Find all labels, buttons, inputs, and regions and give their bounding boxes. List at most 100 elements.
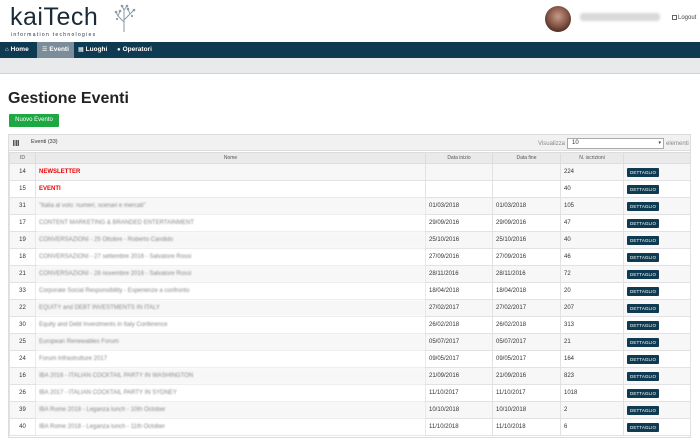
cell-id: 18 — [9, 248, 36, 266]
col-header-actions — [623, 152, 691, 164]
list-icon: ☰ — [42, 47, 48, 53]
cell-data-fine: 18/04/2018 — [492, 282, 561, 300]
logo-tagline: information technologies — [11, 32, 97, 38]
dettaglio-button[interactable]: DETTAGLIO — [627, 201, 660, 211]
cell-iscrizioni: 164 — [560, 350, 624, 368]
table-row: 22 EQUITY and DEBT INVESTMENTS IN ITALY 27… — [9, 299, 691, 317]
home-icon: ⌂ — [5, 47, 9, 53]
dettaglio-button[interactable]: DETTAGLIO — [627, 422, 660, 432]
new-event-button[interactable]: Nuovo Evento — [9, 114, 59, 127]
main-navbar: ⌂ Home ☰ Eventi ▦ Luoghi ● Operatori — [0, 42, 700, 58]
page-title: Gestione Eventi — [8, 90, 129, 107]
dettaglio-button[interactable]: DETTAGLIO — [627, 269, 660, 279]
table-row: 31 "Italia al volo: numeri, scenari e mer… — [9, 197, 691, 215]
cell-data-inizio: 27/09/2016 — [425, 248, 493, 266]
nav-eventi-label: Eventi — [49, 46, 69, 53]
dettaglio-button[interactable]: DETTAGLIO — [627, 286, 660, 296]
cell-data-inizio: 09/05/2017 — [425, 350, 493, 368]
cell-actions: DETTAGLIO — [623, 180, 691, 198]
dettaglio-button[interactable]: DETTAGLIO — [627, 167, 660, 177]
table-row: 39 IBA Rome 2018 - Leganza lunch - 10th O… — [9, 401, 691, 419]
dettaglio-button[interactable]: DETTAGLIO — [627, 184, 660, 194]
cell-data-fine: 27/09/2016 — [492, 248, 561, 266]
cell-iscrizioni: 72 — [560, 265, 624, 283]
cell-id: 26 — [9, 384, 36, 402]
cell-actions: DETTAGLIO — [623, 197, 691, 215]
table-row: 30 Equity and Debt Investments in Italy C… — [9, 316, 691, 334]
cell-iscrizioni: 40 — [560, 180, 624, 198]
cell-name: European Renewables Forum — [35, 333, 426, 351]
nav-item-home[interactable]: ⌂ Home — [0, 42, 34, 58]
cell-actions: DETTAGLIO — [623, 401, 691, 419]
cell-data-fine: 11/10/2018 — [492, 418, 561, 436]
cell-id: 22 — [9, 299, 36, 317]
cell-iscrizioni: 40 — [560, 231, 624, 249]
dettaglio-button[interactable]: DETTAGLIO — [627, 337, 660, 347]
cell-data-fine: 25/10/2016 — [492, 231, 561, 249]
cell-data-inizio: 29/09/2016 — [425, 214, 493, 232]
table-row: 14 NEWSLETTER 224 DETTAGLIO — [9, 163, 691, 181]
dettaglio-button[interactable]: DETTAGLIO — [627, 235, 660, 245]
cell-data-inizio: 25/10/2016 — [425, 231, 493, 249]
dettaglio-button[interactable]: DETTAGLIO — [627, 405, 660, 415]
cell-data-inizio: 26/02/2018 — [425, 316, 493, 334]
nav-item-luoghi[interactable]: ▦ Luoghi — [73, 42, 112, 58]
dettaglio-button[interactable]: DETTAGLIO — [627, 354, 660, 364]
cell-id: 24 — [9, 350, 36, 368]
dettaglio-button[interactable]: DETTAGLIO — [627, 388, 660, 398]
table-row: 19 CONVERSAZIONI - 25 Ottobre - Roberto C… — [9, 231, 691, 249]
chevron-down-icon: ▾ — [658, 140, 661, 146]
dettaglio-button[interactable]: DETTAGLIO — [627, 252, 660, 262]
cell-data-inizio: 21/09/2016 — [425, 367, 493, 385]
cell-data-fine: 09/05/2017 — [492, 350, 561, 368]
table-row: 25 European Renewables Forum 05/07/2017 05/… — [9, 333, 691, 351]
cell-actions: DETTAGLIO — [623, 333, 691, 351]
dettaglio-button[interactable]: DETTAGLIO — [627, 320, 660, 330]
cell-iscrizioni: 313 — [560, 316, 624, 334]
cell-actions: DETTAGLIO — [623, 248, 691, 266]
table-row: 15 EVENTI 40 DETTAGLIO — [9, 180, 691, 198]
cell-id: 17 — [9, 214, 36, 232]
dettaglio-button[interactable]: DETTAGLIO — [627, 371, 660, 381]
cell-data-inizio: 28/11/2016 — [425, 265, 493, 283]
cell-iscrizioni: 46 — [560, 248, 624, 266]
col-header-nome[interactable]: Nome — [35, 152, 426, 164]
logo-wordmark: kaiTech — [10, 3, 99, 31]
panel-title: Eventi (33) — [31, 139, 58, 145]
cell-name: IBA Rome 2018 - Leganza lunch - 10th Oct… — [35, 401, 426, 419]
cell-data-inizio — [425, 180, 493, 198]
page-size-label: Visualizza — [538, 141, 565, 147]
page-size-select[interactable]: 10 ▾ — [567, 138, 664, 149]
logout-link[interactable]: Logout — [672, 15, 696, 21]
sub-bar — [0, 58, 700, 74]
cell-id: 31 — [9, 197, 36, 215]
grid-icon — [13, 140, 19, 146]
kaitech-logo[interactable]: kaiTech information technologies — [10, 3, 136, 39]
nav-item-operatori[interactable]: ● Operatori — [112, 42, 157, 58]
cell-actions: DETTAGLIO — [623, 231, 691, 249]
dettaglio-button[interactable]: DETTAGLIO — [627, 218, 660, 228]
col-header-data-fine[interactable]: Data fine — [492, 152, 561, 164]
cell-data-inizio: 05/07/2017 — [425, 333, 493, 351]
cell-name: EQUITY and DEBT INVESTMENTS IN ITALY — [35, 299, 426, 317]
cell-data-inizio — [425, 163, 493, 181]
col-header-data-inizio[interactable]: Data inizio — [425, 152, 493, 164]
cell-actions: DETTAGLIO — [623, 384, 691, 402]
cell-name: CONVERSAZIONI - 27 settembre 2016 - Salv… — [35, 248, 426, 266]
col-header-id[interactable]: ID — [9, 152, 36, 164]
cell-name: IBA 2016 - ITALIAN COCKTAIL PARTY IN WAS… — [35, 367, 426, 385]
user-avatar[interactable] — [545, 6, 571, 32]
nav-luoghi-label: Luoghi — [85, 46, 108, 53]
logout-label: Logout — [678, 15, 697, 21]
cell-iscrizioni: 2 — [560, 401, 624, 419]
table-row: 21 CONVERSAZIONI - 28 novembre 2016 - Sal… — [9, 265, 691, 283]
table-row: 16 IBA 2016 - ITALIAN COCKTAIL PARTY IN W… — [9, 367, 691, 385]
panel-header: Eventi (33) Visualizza 10 ▾ elementi — [9, 135, 690, 151]
page-size-suffix: elementi — [666, 141, 689, 147]
cell-actions: DETTAGLIO — [623, 367, 691, 385]
user-icon: ● — [117, 47, 121, 53]
dettaglio-button[interactable]: DETTAGLIO — [627, 303, 660, 313]
nav-item-eventi[interactable]: ☰ Eventi — [37, 42, 74, 58]
col-header-iscrizioni[interactable]: N. iscrizioni — [560, 152, 624, 164]
cell-data-inizio: 27/02/2017 — [425, 299, 493, 317]
